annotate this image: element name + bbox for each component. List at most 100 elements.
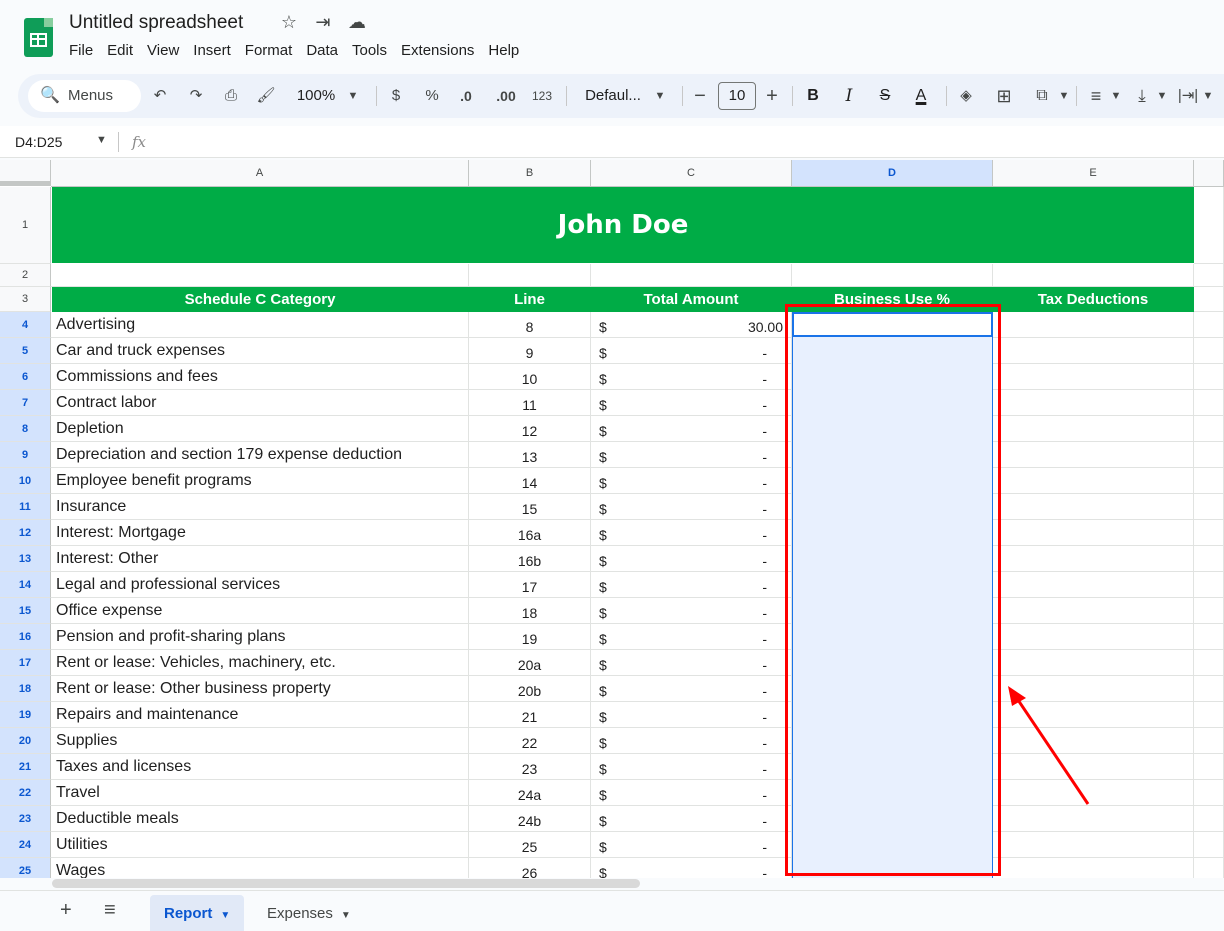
cell-total-amount[interactable]: $ - xyxy=(591,702,792,728)
row-header[interactable]: 25 xyxy=(0,858,51,878)
cell-category[interactable]: Advertising xyxy=(51,312,469,338)
cell[interactable] xyxy=(1194,442,1224,468)
row-header[interactable]: 13 xyxy=(0,546,51,572)
cell[interactable] xyxy=(1194,572,1224,598)
cell[interactable] xyxy=(1194,187,1224,264)
increase-decimal-button[interactable]: .00 xyxy=(492,74,520,118)
cell-category[interactable]: Wages xyxy=(51,858,469,878)
cell-line[interactable]: 25 xyxy=(469,832,591,858)
menu-file[interactable]: File xyxy=(69,42,101,59)
cell-category[interactable]: Pension and profit-sharing plans xyxy=(51,624,469,650)
column-header-d[interactable]: D xyxy=(792,160,993,187)
cell-total-amount[interactable]: $ - xyxy=(591,858,792,878)
font-size-input[interactable]: 10 xyxy=(718,82,756,110)
banner-title[interactable]: John Doe xyxy=(52,187,1194,263)
document-title[interactable]: Untitled spreadsheet xyxy=(69,12,243,34)
chevron-down-icon[interactable]: ▼ xyxy=(1056,74,1072,118)
header-category[interactable]: Schedule C Category xyxy=(52,287,469,312)
cell-category[interactable]: Car and truck expenses xyxy=(51,338,469,364)
cell-total-amount[interactable]: $ - xyxy=(591,572,792,598)
menu-help[interactable]: Help xyxy=(488,42,527,59)
cell-total-amount[interactable]: $ - xyxy=(591,494,792,520)
cell-total-amount[interactable]: $ - xyxy=(591,676,792,702)
move-folder-icon[interactable]: ⇥ xyxy=(312,12,334,33)
horizontal-scrollbar[interactable] xyxy=(52,879,640,888)
cell-tax-deductions[interactable] xyxy=(993,338,1194,364)
cell-line[interactable]: 11 xyxy=(469,390,591,416)
cell-category[interactable]: Interest: Mortgage xyxy=(51,520,469,546)
column-header-a[interactable]: A xyxy=(51,160,469,187)
cell[interactable] xyxy=(1194,287,1224,312)
tab-report[interactable]: Report ▼ xyxy=(150,895,245,931)
row-header[interactable]: 22 xyxy=(0,780,51,806)
cell[interactable] xyxy=(1194,650,1224,676)
chevron-down-icon[interactable]: ▼ xyxy=(341,910,351,921)
cell[interactable] xyxy=(1194,364,1224,390)
cell-tax-deductions[interactable] xyxy=(993,650,1194,676)
menu-data[interactable]: Data xyxy=(306,42,346,59)
menu-format[interactable]: Format xyxy=(245,42,301,59)
tab-expenses[interactable]: Expenses ▼ xyxy=(253,895,365,931)
cell-total-amount[interactable]: $ - xyxy=(591,780,792,806)
chevron-down-icon[interactable]: ▼ xyxy=(1200,74,1216,118)
cell-line[interactable]: 13 xyxy=(469,442,591,468)
cell-total-amount[interactable]: $ - xyxy=(591,650,792,676)
cell-category[interactable]: Commissions and fees xyxy=(51,364,469,390)
cell-total-amount[interactable]: $ - xyxy=(591,832,792,858)
header-tax-deductions[interactable]: Tax Deductions xyxy=(993,287,1194,312)
cell-category[interactable]: Supplies xyxy=(51,728,469,754)
column-header-e[interactable]: E xyxy=(993,160,1194,187)
chevron-down-icon[interactable]: ▼ xyxy=(96,134,107,146)
cell-line[interactable]: 10 xyxy=(469,364,591,390)
chevron-down-icon[interactable]: ▼ xyxy=(652,74,668,118)
cell-tax-deductions[interactable] xyxy=(993,494,1194,520)
add-sheet-button[interactable]: + xyxy=(60,899,72,922)
cell[interactable] xyxy=(1194,312,1224,338)
cell-line[interactable]: 24b xyxy=(469,806,591,832)
row-header[interactable]: 21 xyxy=(0,754,51,780)
vertical-align-icon[interactable]: ⤓ xyxy=(1130,74,1154,118)
column-header-c[interactable]: C xyxy=(591,160,792,187)
cell-line[interactable]: 17 xyxy=(469,572,591,598)
cell[interactable] xyxy=(1194,780,1224,806)
column-header-b[interactable]: B xyxy=(469,160,591,187)
spreadsheet-grid[interactable]: A B C D E 1 John Doe 2 3 Schedule C Cate… xyxy=(0,160,1224,878)
menu-insert[interactable]: Insert xyxy=(193,42,239,59)
cell-line[interactable]: 15 xyxy=(469,494,591,520)
cell-category[interactable]: Depletion xyxy=(51,416,469,442)
cell[interactable] xyxy=(1194,676,1224,702)
menus-search-button[interactable]: 🔍 Menus xyxy=(28,80,141,112)
cell-tax-deductions[interactable] xyxy=(993,858,1194,878)
borders-icon[interactable]: ⊞ xyxy=(992,74,1016,118)
row-header[interactable]: 12 xyxy=(0,520,51,546)
decrease-font-size-button[interactable]: − xyxy=(690,74,710,118)
more-formats-button[interactable]: 123 xyxy=(528,74,556,118)
row-header[interactable]: 17 xyxy=(0,650,51,676)
chevron-down-icon[interactable]: ▼ xyxy=(220,910,230,921)
cell[interactable] xyxy=(591,264,792,287)
cloud-status-icon[interactable]: ☁ xyxy=(346,12,368,33)
horizontal-align-icon[interactable]: ≡ xyxy=(1084,74,1108,118)
row-header[interactable]: 19 xyxy=(0,702,51,728)
cell[interactable] xyxy=(51,264,469,287)
row-header[interactable]: 20 xyxy=(0,728,51,754)
cell[interactable] xyxy=(1194,546,1224,572)
bold-button[interactable]: B xyxy=(802,74,824,118)
row-header[interactable]: 8 xyxy=(0,416,51,442)
row-header[interactable]: 10 xyxy=(0,468,51,494)
name-box[interactable]: D4:D25 xyxy=(15,134,62,150)
cell-tax-deductions[interactable] xyxy=(993,442,1194,468)
chevron-down-icon[interactable]: ▼ xyxy=(344,74,362,118)
select-all-corner[interactable] xyxy=(0,160,51,186)
cell-tax-deductions[interactable] xyxy=(993,390,1194,416)
format-percent-button[interactable]: % xyxy=(422,74,442,118)
cell[interactable] xyxy=(1194,520,1224,546)
cell[interactable] xyxy=(1194,390,1224,416)
cell[interactable] xyxy=(1194,338,1224,364)
cell-tax-deductions[interactable] xyxy=(993,468,1194,494)
sheets-logo-icon[interactable] xyxy=(24,18,53,57)
cell-total-amount[interactable]: $ - xyxy=(591,598,792,624)
all-sheets-list-icon[interactable]: ≡ xyxy=(104,899,116,922)
cell-total-amount[interactable]: $30.00 xyxy=(591,312,792,338)
cell-tax-deductions[interactable] xyxy=(993,598,1194,624)
